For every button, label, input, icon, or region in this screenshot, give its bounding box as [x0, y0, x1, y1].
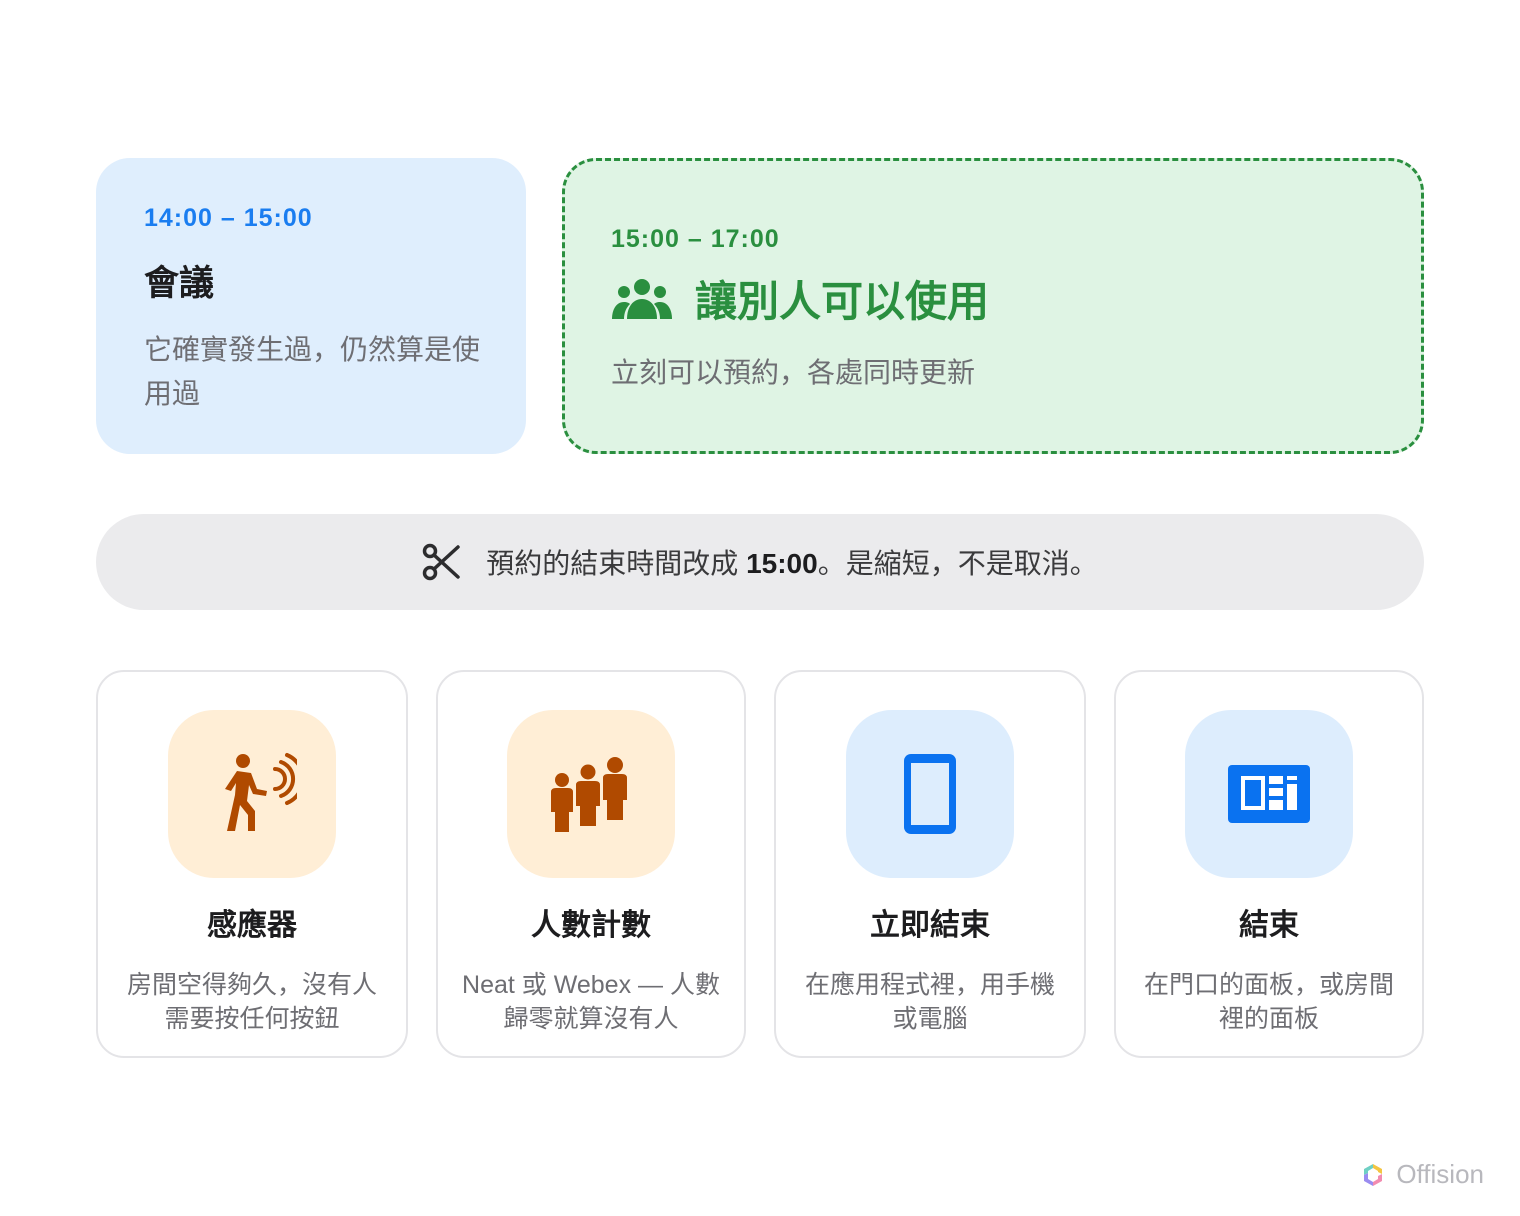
note-emphasis: 15:00	[746, 548, 818, 579]
phone-icon	[904, 754, 956, 834]
people-group-icon	[612, 278, 672, 319]
panel-icon	[1228, 765, 1310, 823]
meeting-title: 會議	[144, 264, 215, 303]
freed-time: 15:00 – 17:00	[611, 225, 780, 253]
feature-title: 人數計數	[531, 909, 651, 942]
feature-title: 結束	[1239, 909, 1299, 942]
note-bar: 預約的結束時間改成 15:00。是縮短，不是取消。	[96, 514, 1424, 610]
feature-card-end-now: 立即結束 在應用程式裡，用手機或電腦	[774, 670, 1086, 1058]
feature-description: 在應用程式裡，用手機或電腦	[804, 971, 1055, 1033]
offision-logo-icon	[1364, 1163, 1383, 1186]
meeting-description: 它確實發生過，仍然算是使用過	[144, 334, 481, 409]
feature-description: 房間空得夠久，沒有人需要按任何按鈕	[126, 971, 377, 1033]
meeting-time: 14:00 – 15:00	[144, 204, 313, 232]
feature-card-people-count: 人數計數 Neat 或 Webex — 人數歸零就算沒有人	[436, 670, 746, 1058]
people-count-icon	[551, 757, 627, 832]
feature-title: 立即結束	[870, 909, 990, 942]
feature-card-end: 結束 在門口的面板，或房間裡的面板	[1114, 670, 1424, 1058]
meeting-card: 14:00 – 15:00 會議 它確實發生過，仍然算是使用過	[96, 158, 526, 454]
freed-title: 讓別人可以使用	[695, 278, 990, 325]
freed-slot-card: 15:00 – 17:00 讓別人可以使用 立刻可以預約，各處同時更新	[562, 158, 1424, 454]
feature-description: 在門口的面板，或房間裡的面板	[1143, 971, 1394, 1033]
freed-description: 立刻可以預約，各處同時更新	[611, 357, 976, 388]
motion-sensor-icon	[225, 753, 297, 831]
feature-title: 感應器	[207, 909, 297, 942]
note-suffix: 。是縮短，不是取消。	[817, 548, 1098, 579]
feature-card-sensor: 感應器 房間空得夠久，沒有人需要按任何按鈕	[96, 670, 408, 1058]
feature-description: Neat 或 Webex — 人數歸零就算沒有人	[462, 971, 720, 1033]
scissors-icon	[423, 543, 461, 581]
note-text: 預約的結束時間改成 15:00。是縮短，不是取消。	[486, 542, 1097, 582]
note-prefix: 預約的結束時間改成	[486, 548, 747, 579]
brand-name: Offision	[1396, 1159, 1484, 1189]
brand-watermark: Offision	[1360, 1159, 1484, 1190]
